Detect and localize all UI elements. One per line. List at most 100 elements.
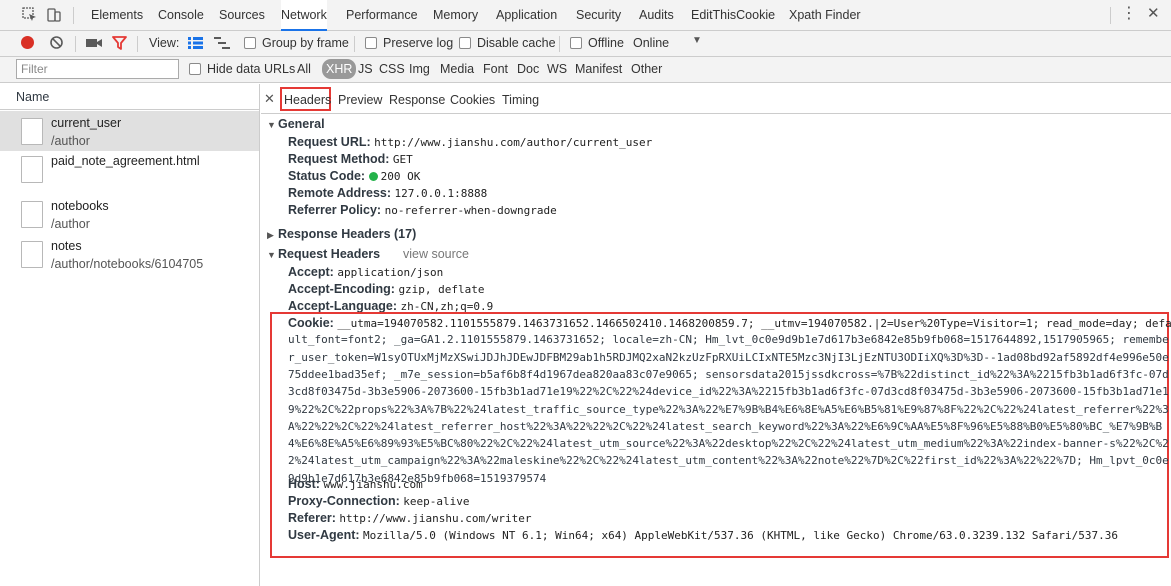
header-row: Status Code: 200 OK [288,169,420,183]
request-row[interactable]: notebooks/author [0,194,259,234]
cookie-row: Cookie: __utma=194070582.1101555879.1463… [288,316,1171,330]
view-source-link[interactable]: view source [403,247,469,261]
filter-type-ws[interactable]: WS [547,62,567,76]
filter-bar: Hide data URLs All XHRJS CSS Img Media Font Do… [0,57,1171,83]
request-row[interactable]: notes/author/notebooks/6104705 [0,234,259,274]
record-icon[interactable] [21,36,34,49]
tab-network[interactable]: Network [281,0,327,31]
throttle-select[interactable]: Online [633,36,669,50]
network-toolbar: View: Group by frame Preserve log Disabl… [0,31,1171,57]
header-row: Proxy-Connection: keep-alive [288,494,470,508]
more-menu-icon[interactable]: ⋮ [1121,5,1137,23]
tab-sources[interactable]: Sources [219,0,265,31]
header-row: Remote Address: 127.0.0.1:8888 [288,186,487,200]
detail-tabs: ✕ Headers Preview Response Cookies Timing [261,84,1171,114]
header-value: 200 OK [380,170,421,183]
tab-xpath-finder[interactable]: Xpath Finder [789,0,861,31]
general-section-header[interactable]: ▼ General [267,117,325,131]
tab-memory[interactable]: Memory [433,0,478,31]
tab-editthiscookie[interactable]: EditThisCookie [691,0,775,31]
filter-type-xhr[interactable]: XHR [322,59,357,79]
toolbar-divider [137,36,138,52]
request-list: Name current_user/author paid_note_agreem… [0,84,260,586]
toolbar-divider [1110,7,1111,24]
name-column-header[interactable]: Name [0,84,259,110]
offline-label: Offline [588,36,624,50]
cookie-key: Cookie: [288,316,334,330]
disable-cache-label: Disable cache [477,36,556,50]
filter-type-css[interactable]: CSS [379,62,405,76]
preserve-log-label: Preserve log [383,36,454,50]
header-row: Request URL: http://www.jianshu.com/auth… [288,135,652,149]
header-key: Accept-Language: [288,299,398,313]
filter-type-manifest[interactable]: Manifest [575,62,622,76]
overview-icon[interactable] [214,37,230,49]
filter-input[interactable] [16,59,179,79]
status-ok-icon [368,172,378,181]
header-row: Host: www.jianshu.com [288,477,423,491]
device-toolbar-icon[interactable] [45,6,63,24]
filter-icon[interactable] [112,36,127,50]
devtools-tab-bar: Elements Console Sources Network Performance… [0,0,1171,31]
detail-tab-timing[interactable]: Timing [502,93,539,107]
header-value: http://www.jianshu.com/writer [339,512,532,525]
tab-application[interactable]: Application [496,0,557,31]
tab-console[interactable]: Console [158,0,204,31]
preserve-log-checkbox[interactable] [365,37,377,49]
filter-type-doc[interactable]: Doc [517,62,539,76]
group-by-frame-checkbox[interactable] [244,37,256,49]
filter-type-js[interactable]: JS [358,62,373,76]
header-key: User-Agent: [288,528,360,542]
detail-tab-cookies[interactable]: Cookies [450,93,495,107]
cookie-value-line: ult_font=font2; _ga=GA1.2.1101555879.146… [288,333,1169,347]
header-value: keep-alive [403,495,470,508]
header-value: gzip, deflate [398,283,485,296]
hide-data-urls-label: Hide data URLs [207,62,296,76]
filter-type-all[interactable]: All [297,62,311,76]
cookie-value-line: 75ddee1bad35ef; _m7e_session=b5af6b8f4d1… [288,367,1169,381]
hide-data-urls-checkbox[interactable] [189,63,201,75]
throttle-dropdown-icon[interactable]: ▼ [692,35,702,46]
header-value: www.jianshu.com [323,478,423,491]
large-rows-icon[interactable] [188,37,203,49]
header-row: Referer: http://www.jianshu.com/writer [288,511,531,525]
header-key: Referrer Policy: [288,203,382,217]
expand-triangle-icon: ▼ [267,250,276,260]
disable-cache-checkbox[interactable] [459,37,471,49]
cookie-value-line: r_user_token=W1syOTUxMjMzXSwiJDJhJDEwJDF… [288,350,1169,364]
detail-tab-response[interactable]: Response [389,93,445,107]
clear-icon[interactable] [49,35,64,50]
close-devtools-icon[interactable]: ✕ [1147,5,1160,23]
tab-performance[interactable]: Performance [346,0,418,31]
header-key: Status Code: [288,169,366,183]
tab-security[interactable]: Security [576,0,621,31]
tab-audits[interactable]: Audits [639,0,674,31]
cookie-value-line: 9%22%2C%22props%22%3A%7B%22%24latest_tra… [288,402,1169,416]
header-row: User-Agent: Mozilla/5.0 (Windows NT 6.1;… [288,528,1118,542]
filter-type-font[interactable]: Font [483,62,508,76]
group-by-frame-label: Group by frame [262,36,349,50]
response-headers-section-header[interactable]: ▶ Response Headers (17) [267,227,416,241]
offline-checkbox[interactable] [570,37,582,49]
filter-type-media[interactable]: Media [440,62,474,76]
request-row[interactable]: current_user/author [0,111,259,151]
header-key: Request Method: [288,152,390,166]
cookie-value-line: 3cd8f03475d-3b3e5906-2073600-15fb3b1ad71… [288,385,1169,399]
request-headers-section-header[interactable]: ▼ Request Headers [267,247,380,261]
inspect-element-icon[interactable] [21,6,39,24]
filter-type-other[interactable]: Other [631,62,662,76]
close-details-icon[interactable]: ✕ [264,91,275,107]
capture-screenshots-icon[interactable] [86,37,102,49]
request-name: notes [51,239,82,253]
filter-type-img[interactable]: Img [409,62,430,76]
header-value: GET [392,153,413,166]
detail-tab-headers[interactable]: Headers [284,93,331,107]
header-row: Accept-Encoding: gzip, deflate [288,282,485,296]
toolbar-divider [559,36,560,52]
tab-elements[interactable]: Elements [91,0,143,31]
detail-tab-preview[interactable]: Preview [338,93,382,107]
document-icon [21,201,43,228]
header-key: Host: [288,477,320,491]
request-row[interactable]: paid_note_agreement.html [0,149,259,189]
header-value: http://www.jianshu.com/author/current_us… [374,136,653,149]
